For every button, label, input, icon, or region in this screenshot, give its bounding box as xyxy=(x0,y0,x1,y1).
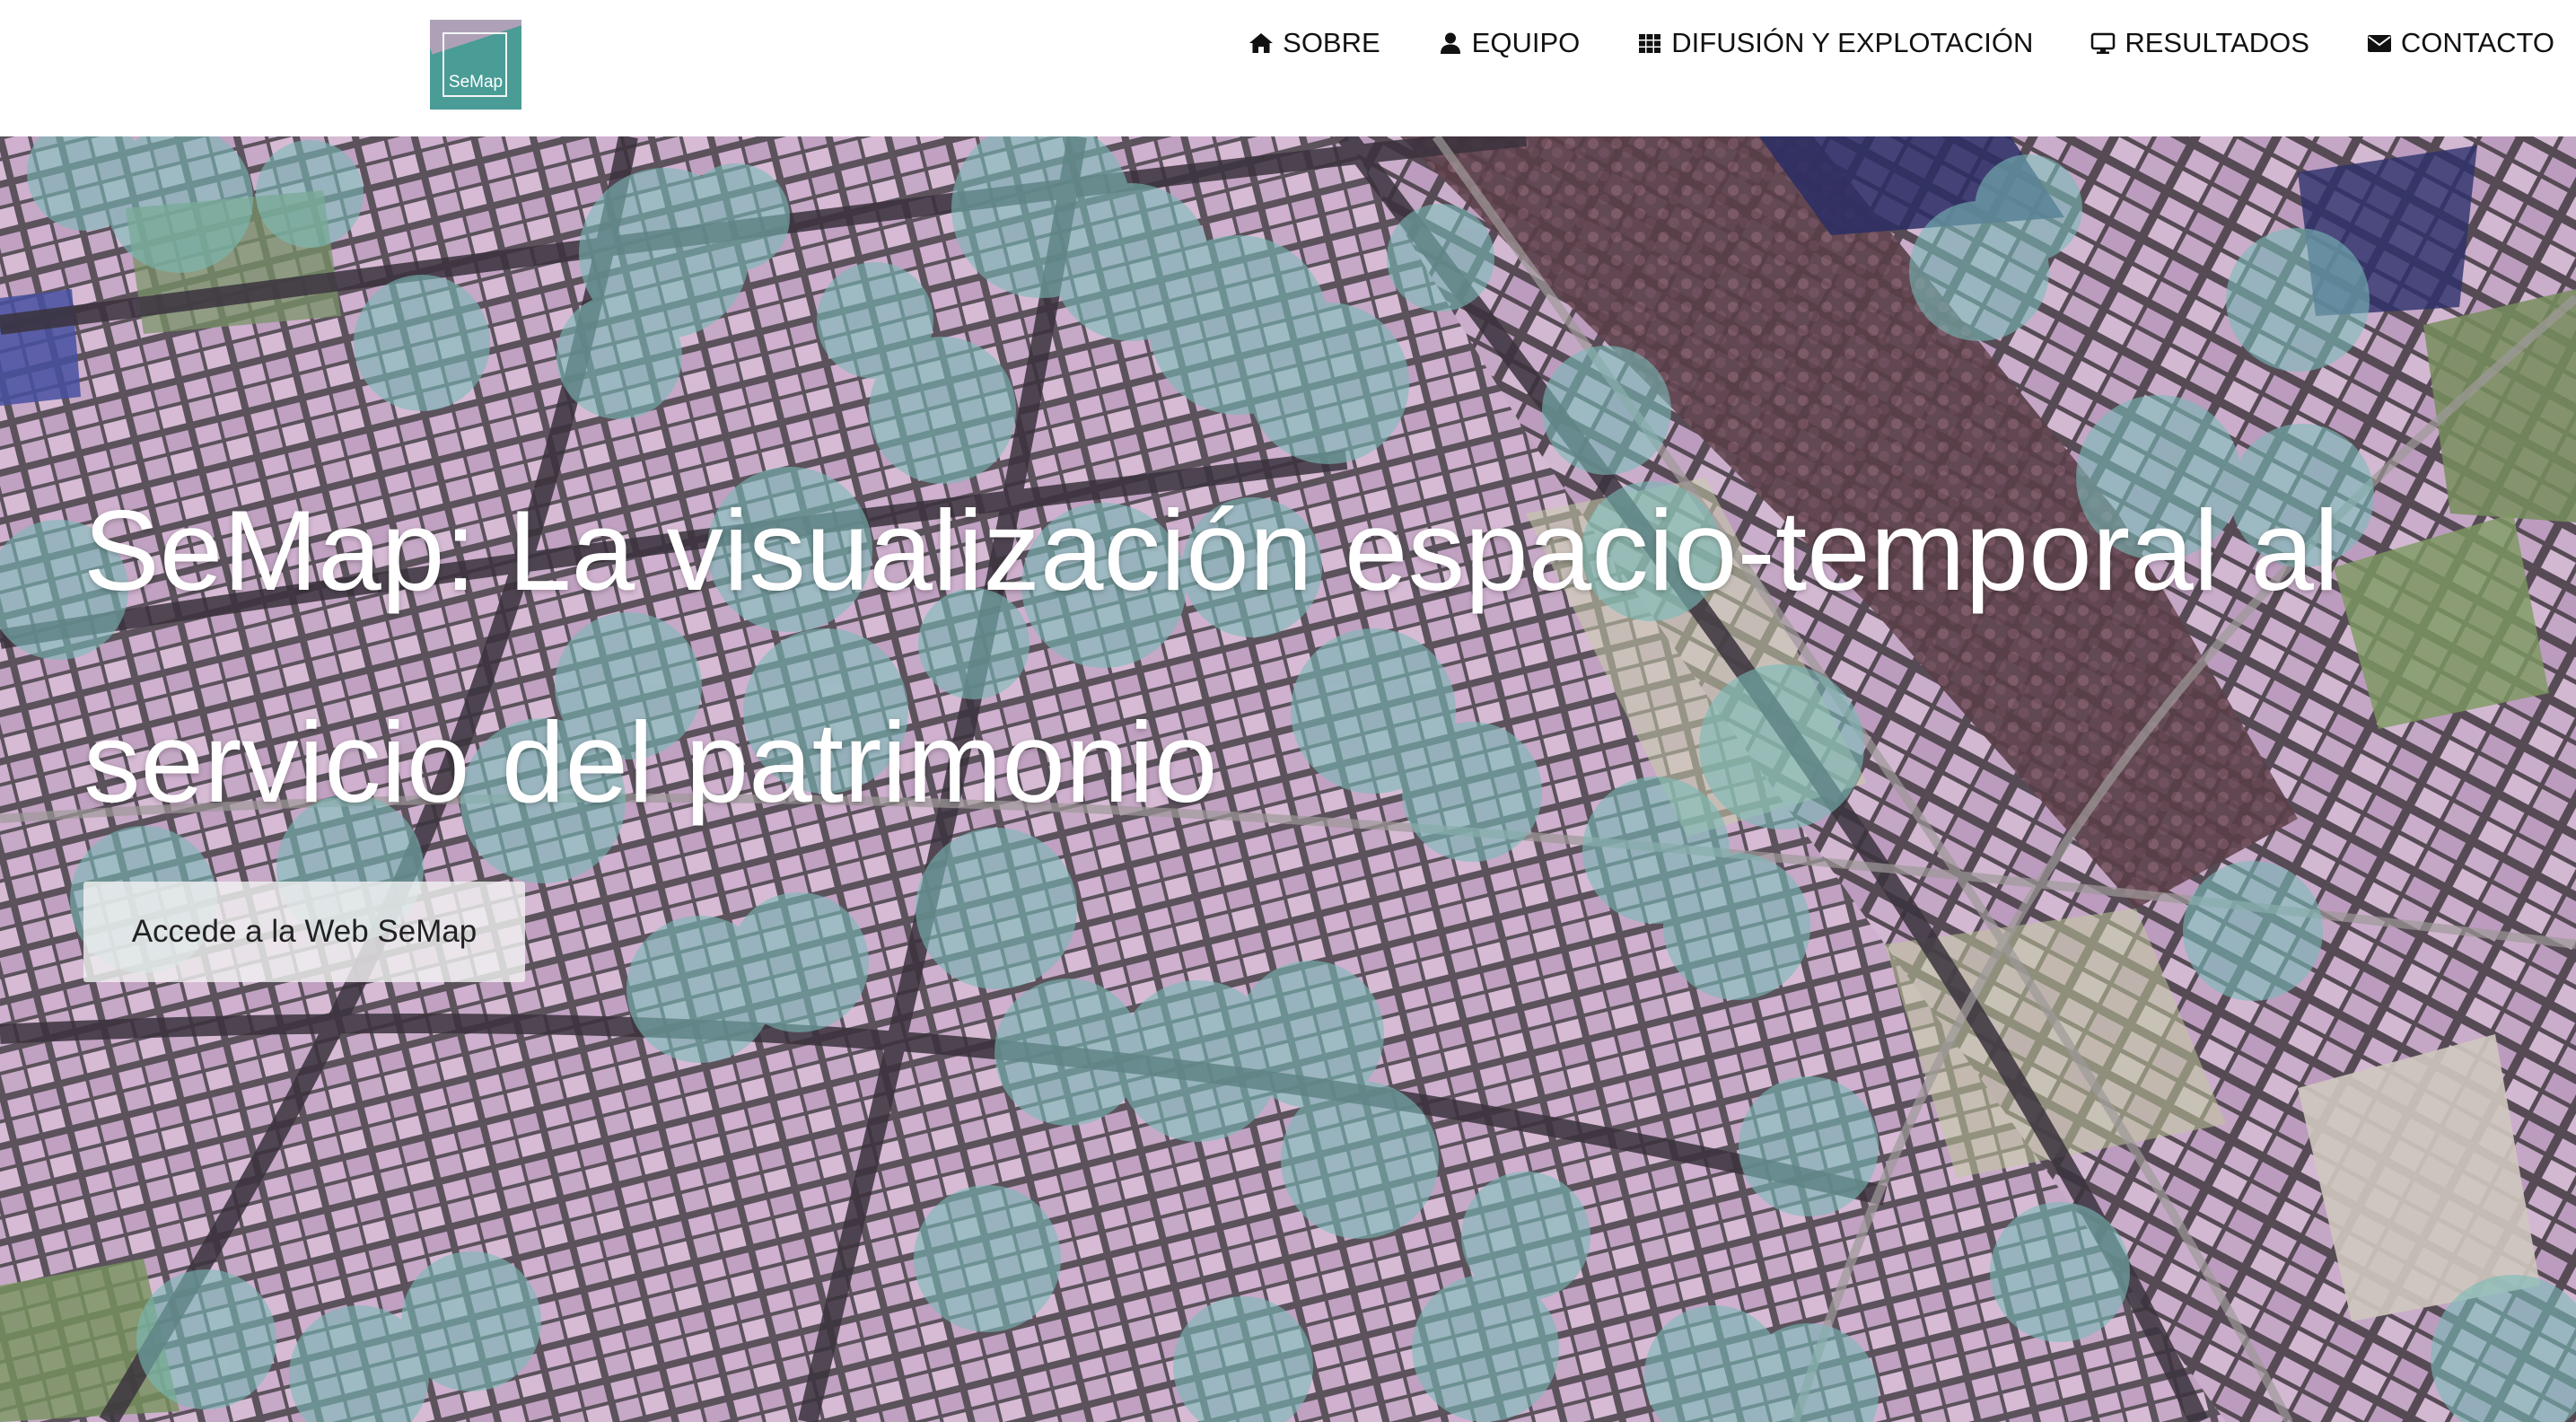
site-header: SeMap SOBRE EQUIPO DIFUSIÓN Y EXPLOTACIÓ… xyxy=(0,0,2576,136)
hero-section: SeMap: La visualización espacio-temporal… xyxy=(0,136,2576,1422)
nav-item-difusion[interactable]: DIFUSIÓN Y EXPLOTACIÓN xyxy=(1637,27,2033,59)
nav-item-equipo[interactable]: EQUIPO xyxy=(1438,27,1581,59)
semap-logo[interactable]: SeMap xyxy=(430,20,521,110)
nav-label-difusion: DIFUSIÓN Y EXPLOTACIÓN xyxy=(1671,27,2034,58)
hero-title: SeMap: La visualización espacio-temporal… xyxy=(83,487,2340,826)
monitor-icon xyxy=(2091,32,2116,54)
main-nav: SOBRE EQUIPO DIFUSIÓN Y EXPLOTACIÓN RESU… xyxy=(1249,23,2554,63)
user-icon xyxy=(1440,32,1460,54)
nav-item-sobre[interactable]: SOBRE xyxy=(1249,27,1380,59)
nav-label-contacto: CONTACTO xyxy=(2400,27,2554,58)
nav-label-resultados: RESULTADOS xyxy=(2125,27,2309,58)
logo-text: SeMap xyxy=(448,73,504,92)
nav-item-resultados[interactable]: RESULTADOS xyxy=(2090,27,2309,59)
home-icon xyxy=(1249,33,1274,53)
envelope-icon xyxy=(2367,35,2391,52)
nav-item-contacto[interactable]: CONTACTO xyxy=(2367,27,2554,59)
grid-icon xyxy=(1639,34,1661,53)
access-web-button[interactable]: Accede a la Web SeMap xyxy=(83,882,525,982)
nav-label-equipo: EQUIPO xyxy=(1471,27,1581,58)
nav-label-sobre: SOBRE xyxy=(1283,27,1380,58)
